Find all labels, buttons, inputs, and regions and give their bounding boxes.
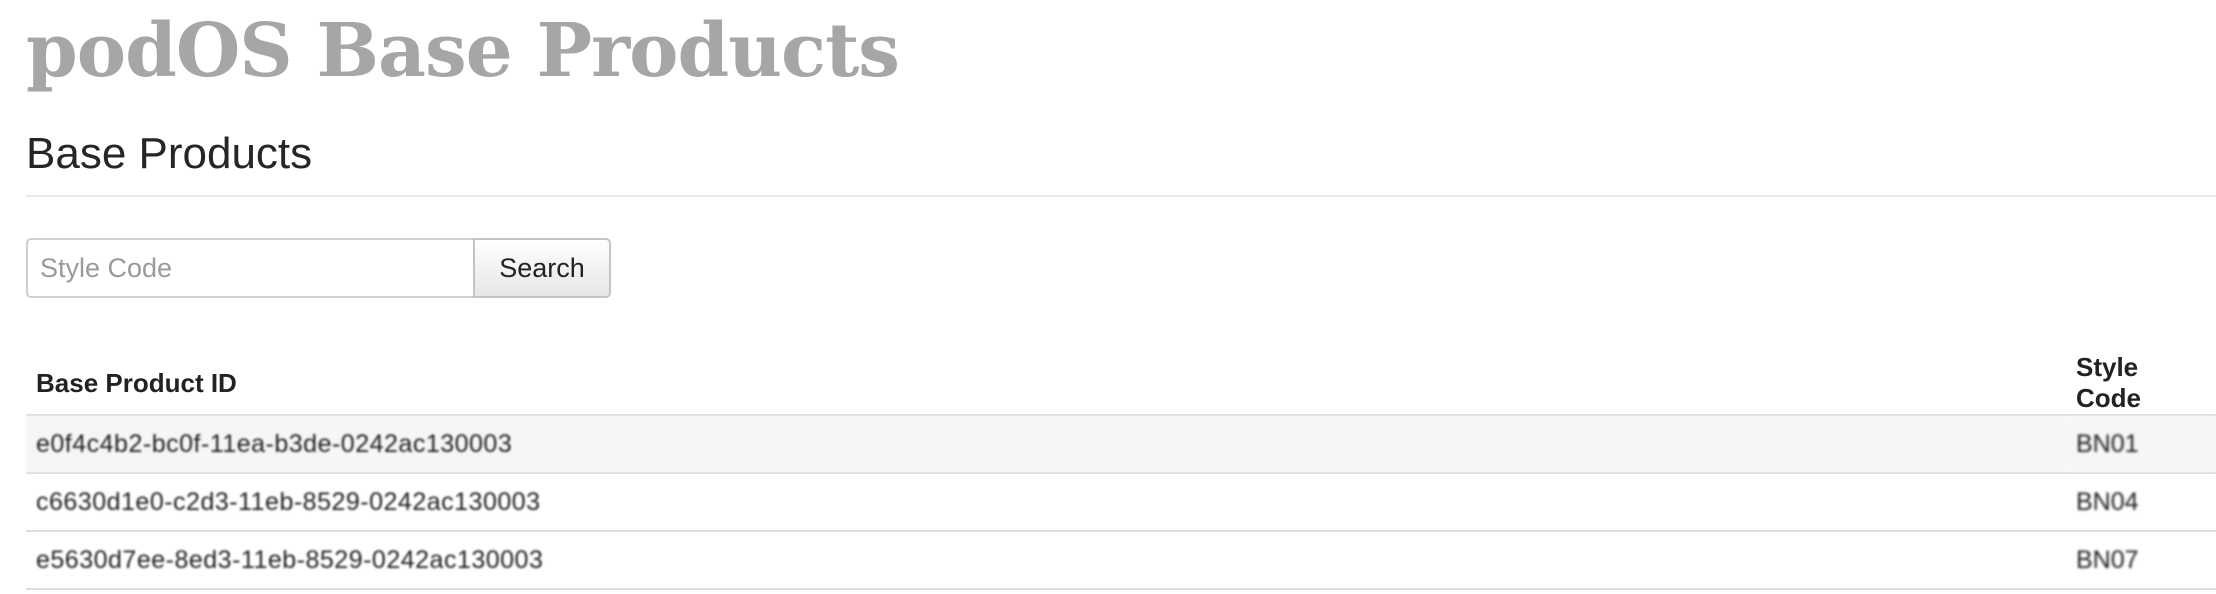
style-code-cell: BN07 — [2066, 531, 2216, 590]
app-title: podOS Base Products — [26, 8, 900, 94]
style-code-cell: BN04 — [2066, 473, 2216, 532]
column-header-style-code: Style Code — [2066, 352, 2216, 416]
base-products-table: Base Product ID Style Code e0f4c4b2-bc0f… — [26, 352, 2216, 590]
column-header-base-product-id: Base Product ID — [26, 352, 2066, 416]
page-title: Base Products — [26, 129, 313, 178]
base-product-id-cell[interactable]: c6630d1e0-c2d3-11eb-8529-0242ac130003 — [26, 473, 2066, 532]
search-form: Search — [26, 238, 611, 298]
table-row[interactable]: c6630d1e0-c2d3-11eb-8529-0242ac130003 BN… — [26, 473, 2216, 532]
style-code-search-input[interactable] — [26, 238, 473, 298]
base-product-id-cell[interactable]: e5630d7ee-8ed3-11eb-8529-0242ac130003 — [26, 531, 2066, 590]
search-button[interactable]: Search — [473, 238, 611, 298]
table-header-row: Base Product ID Style Code — [26, 352, 2216, 416]
base-product-id-cell[interactable]: e0f4c4b2-bc0f-11ea-b3de-0242ac130003 — [26, 415, 2066, 474]
header-divider — [26, 195, 2216, 197]
style-code-cell: BN01 — [2066, 415, 2216, 474]
table-row[interactable]: e5630d7ee-8ed3-11eb-8529-0242ac130003 BN… — [26, 531, 2216, 590]
table-row[interactable]: e0f4c4b2-bc0f-11ea-b3de-0242ac130003 BN0… — [26, 415, 2216, 474]
